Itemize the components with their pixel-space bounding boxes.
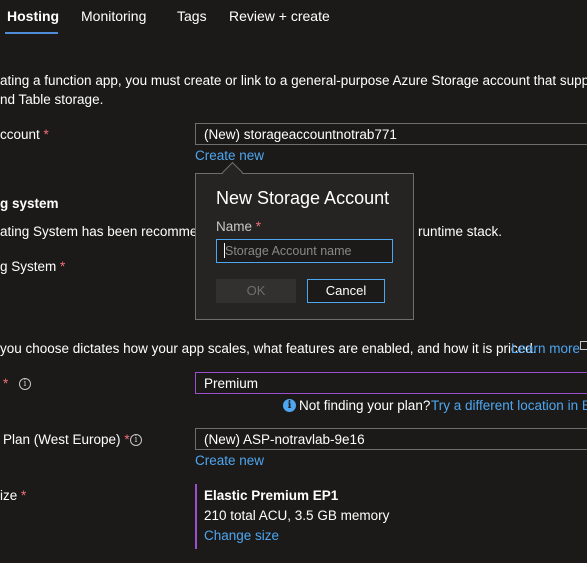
callout-title: New Storage Account <box>216 188 390 208</box>
plan-hint-text: Not finding your plan? <box>299 398 431 413</box>
required-marker: * <box>21 488 27 503</box>
os-label: g System * <box>0 259 66 274</box>
text-cursor <box>224 243 225 258</box>
required-marker: * <box>124 432 130 447</box>
app-plan-select[interactable]: (New) ASP-notravlab-9e16 <box>195 428 587 450</box>
learn-more-link[interactable]: Learn more <box>511 341 580 356</box>
tab-review-create[interactable]: Review + create <box>229 8 330 24</box>
change-size-link[interactable]: Change size <box>204 528 279 543</box>
storage-description-line2: nd Table storage. <box>0 92 104 107</box>
info-filled-icon: i <box>283 399 296 412</box>
required-marker: * <box>43 127 49 142</box>
storage-account-name-input[interactable] <box>216 239 393 263</box>
os-description-left: ating System has been recommen <box>0 224 205 239</box>
sku-detail: 210 total ACU, 3.5 GB memory <box>204 508 390 523</box>
app-plan-create-new-link[interactable]: Create new <box>195 453 264 468</box>
required-marker: * <box>60 259 66 274</box>
info-icon[interactable]: i <box>130 434 142 446</box>
different-location-link[interactable]: Try a different location in Ba <box>431 398 587 413</box>
plan-description: you choose dictates how your app scales,… <box>0 341 537 356</box>
ok-button[interactable]: OK <box>216 279 296 303</box>
plan-type-select[interactable]: Premium <box>195 372 587 394</box>
storage-account-select[interactable]: (New) storageaccountnotrab771 <box>195 123 587 145</box>
os-section-heading: g system <box>0 196 59 211</box>
plan-type-required-marker: * <box>3 376 9 391</box>
tab-tags[interactable]: Tags <box>177 8 207 24</box>
os-description-right: runtime stack. <box>418 224 503 239</box>
name-label: Name * <box>216 219 262 234</box>
tab-hosting[interactable]: Hosting <box>7 8 59 24</box>
storage-account-label: ccount * <box>0 127 49 142</box>
external-link-icon[interactable] <box>580 341 587 350</box>
sku-label: ize * <box>0 488 27 503</box>
cancel-button[interactable]: Cancel <box>307 279 385 303</box>
sku-title: Elastic Premium EP1 <box>204 488 339 503</box>
active-tab-indicator <box>5 32 58 34</box>
storage-create-new-link[interactable]: Create new <box>195 148 264 163</box>
storage-description-line1: ating a function app, you must create or… <box>0 73 587 88</box>
info-icon[interactable]: i <box>19 378 31 390</box>
tab-monitoring[interactable]: Monitoring <box>81 8 146 24</box>
app-plan-label: Plan (West Europe) * <box>3 432 130 447</box>
required-marker: * <box>255 219 262 234</box>
new-storage-account-callout: New Storage Account Name * OK Cancel <box>195 173 414 320</box>
sku-accent-bar <box>195 484 197 549</box>
